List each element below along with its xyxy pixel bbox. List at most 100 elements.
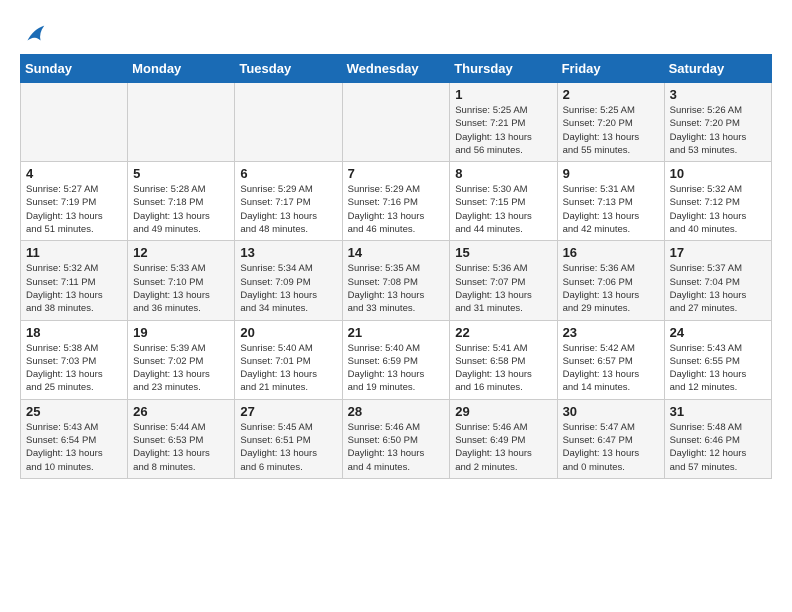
day-number: 7 [348,166,445,181]
logo [20,20,50,48]
day-number: 27 [240,404,336,419]
day-number: 16 [563,245,659,260]
day-info: Sunrise: 5:27 AM Sunset: 7:19 PM Dayligh… [26,183,122,236]
day-cell: 17 Sunrise: 5:37 AM Sunset: 7:04 PM Dayli… [664,241,771,320]
col-header-thursday: Thursday [450,55,557,83]
day-cell: 20Sunrise: 5:40 AM Sunset: 7:01 PM Dayli… [235,320,342,399]
day-info: Sunrise: 5:35 AM Sunset: 7:08 PM Dayligh… [348,262,445,315]
day-number: 15 [455,245,551,260]
day-cell: 13Sunrise: 5:34 AM Sunset: 7:09 PM Dayli… [235,241,342,320]
day-cell: 19 Sunrise: 5:39 AM Sunset: 7:02 PM Dayli… [128,320,235,399]
logo-bird-icon [20,20,48,48]
day-cell [21,83,128,162]
day-cell: 23 Sunrise: 5:42 AM Sunset: 6:57 PM Dayli… [557,320,664,399]
day-number: 12 [133,245,229,260]
day-cell: 6 Sunrise: 5:29 AM Sunset: 7:17 PM Daylig… [235,162,342,241]
day-info: Sunrise: 5:47 AM Sunset: 6:47 PM Dayligh… [563,421,659,474]
calendar-table: SundayMondayTuesdayWednesdayThursdayFrid… [20,54,772,479]
day-info: Sunrise: 5:46 AM Sunset: 6:50 PM Dayligh… [348,421,445,474]
day-number: 24 [670,325,766,340]
day-cell: 15 Sunrise: 5:36 AM Sunset: 7:07 PM Dayli… [450,241,557,320]
day-number: 10 [670,166,766,181]
day-number: 25 [26,404,122,419]
day-cell: 21 Sunrise: 5:40 AM Sunset: 6:59 PM Dayli… [342,320,450,399]
day-info: Sunrise: 5:25 AM Sunset: 7:21 PM Dayligh… [455,104,551,157]
day-number: 8 [455,166,551,181]
day-info: Sunrise: 5:48 AM Sunset: 6:46 PM Dayligh… [670,421,766,474]
day-info: Sunrise: 5:29 AM Sunset: 7:17 PM Dayligh… [240,183,336,236]
day-cell: 10 Sunrise: 5:32 AM Sunset: 7:12 PM Dayli… [664,162,771,241]
col-header-sunday: Sunday [21,55,128,83]
day-cell: 9 Sunrise: 5:31 AM Sunset: 7:13 PM Daylig… [557,162,664,241]
day-number: 13 [240,245,336,260]
col-header-tuesday: Tuesday [235,55,342,83]
day-number: 2 [563,87,659,102]
day-cell: 5 Sunrise: 5:28 AM Sunset: 7:18 PM Daylig… [128,162,235,241]
day-number: 26 [133,404,229,419]
day-number: 29 [455,404,551,419]
day-cell: 25 Sunrise: 5:43 AM Sunset: 6:54 PM Dayli… [21,399,128,478]
day-info: Sunrise: 5:30 AM Sunset: 7:15 PM Dayligh… [455,183,551,236]
col-header-saturday: Saturday [664,55,771,83]
day-info: Sunrise: 5:33 AM Sunset: 7:10 PM Dayligh… [133,262,229,315]
day-cell: 31 Sunrise: 5:48 AM Sunset: 6:46 PM Dayli… [664,399,771,478]
header [20,20,772,48]
header-row: SundayMondayTuesdayWednesdayThursdayFrid… [21,55,772,83]
day-number: 20 [240,325,336,340]
day-info: Sunrise: 5:41 AM Sunset: 6:58 PM Dayligh… [455,342,551,395]
col-header-monday: Monday [128,55,235,83]
page: SundayMondayTuesdayWednesdayThursdayFrid… [0,0,792,489]
day-number: 3 [670,87,766,102]
day-info: Sunrise: 5:45 AM Sunset: 6:51 PM Dayligh… [240,421,336,474]
day-cell: 12 Sunrise: 5:33 AM Sunset: 7:10 PM Dayli… [128,241,235,320]
day-number: 9 [563,166,659,181]
day-number: 23 [563,325,659,340]
week-row-2: 4Sunrise: 5:27 AM Sunset: 7:19 PM Daylig… [21,162,772,241]
day-number: 17 [670,245,766,260]
week-row-3: 11 Sunrise: 5:32 AM Sunset: 7:11 PM Dayli… [21,241,772,320]
day-cell: 14 Sunrise: 5:35 AM Sunset: 7:08 PM Dayli… [342,241,450,320]
day-cell: 1 Sunrise: 5:25 AM Sunset: 7:21 PM Daylig… [450,83,557,162]
day-info: Sunrise: 5:36 AM Sunset: 7:06 PM Dayligh… [563,262,659,315]
day-info: Sunrise: 5:28 AM Sunset: 7:18 PM Dayligh… [133,183,229,236]
day-number: 14 [348,245,445,260]
day-cell [235,83,342,162]
day-info: Sunrise: 5:40 AM Sunset: 6:59 PM Dayligh… [348,342,445,395]
day-info: Sunrise: 5:44 AM Sunset: 6:53 PM Dayligh… [133,421,229,474]
day-cell: 16 Sunrise: 5:36 AM Sunset: 7:06 PM Dayli… [557,241,664,320]
day-number: 28 [348,404,445,419]
day-number: 6 [240,166,336,181]
day-cell: 30 Sunrise: 5:47 AM Sunset: 6:47 PM Dayli… [557,399,664,478]
day-info: Sunrise: 5:39 AM Sunset: 7:02 PM Dayligh… [133,342,229,395]
day-info: Sunrise: 5:29 AM Sunset: 7:16 PM Dayligh… [348,183,445,236]
day-cell: 8 Sunrise: 5:30 AM Sunset: 7:15 PM Daylig… [450,162,557,241]
day-info: Sunrise: 5:38 AM Sunset: 7:03 PM Dayligh… [26,342,122,395]
day-cell: 24 Sunrise: 5:43 AM Sunset: 6:55 PM Dayli… [664,320,771,399]
day-cell: 18Sunrise: 5:38 AM Sunset: 7:03 PM Dayli… [21,320,128,399]
day-number: 21 [348,325,445,340]
day-cell: 28 Sunrise: 5:46 AM Sunset: 6:50 PM Dayli… [342,399,450,478]
day-number: 19 [133,325,229,340]
day-info: Sunrise: 5:32 AM Sunset: 7:11 PM Dayligh… [26,262,122,315]
day-number: 1 [455,87,551,102]
day-info: Sunrise: 5:31 AM Sunset: 7:13 PM Dayligh… [563,183,659,236]
col-header-friday: Friday [557,55,664,83]
day-number: 11 [26,245,122,260]
day-info: Sunrise: 5:42 AM Sunset: 6:57 PM Dayligh… [563,342,659,395]
calendar-body: 1 Sunrise: 5:25 AM Sunset: 7:21 PM Daylig… [21,83,772,479]
day-info: Sunrise: 5:43 AM Sunset: 6:54 PM Dayligh… [26,421,122,474]
day-info: Sunrise: 5:43 AM Sunset: 6:55 PM Dayligh… [670,342,766,395]
week-row-4: 18Sunrise: 5:38 AM Sunset: 7:03 PM Dayli… [21,320,772,399]
day-info: Sunrise: 5:32 AM Sunset: 7:12 PM Dayligh… [670,183,766,236]
day-info: Sunrise: 5:36 AM Sunset: 7:07 PM Dayligh… [455,262,551,315]
day-cell: 3Sunrise: 5:26 AM Sunset: 7:20 PM Daylig… [664,83,771,162]
day-cell: 2Sunrise: 5:25 AM Sunset: 7:20 PM Daylig… [557,83,664,162]
day-cell [342,83,450,162]
day-number: 30 [563,404,659,419]
day-cell: 4Sunrise: 5:27 AM Sunset: 7:19 PM Daylig… [21,162,128,241]
day-info: Sunrise: 5:37 AM Sunset: 7:04 PM Dayligh… [670,262,766,315]
day-cell: 27 Sunrise: 5:45 AM Sunset: 6:51 PM Dayli… [235,399,342,478]
day-cell: 26 Sunrise: 5:44 AM Sunset: 6:53 PM Dayli… [128,399,235,478]
day-number: 5 [133,166,229,181]
day-number: 31 [670,404,766,419]
